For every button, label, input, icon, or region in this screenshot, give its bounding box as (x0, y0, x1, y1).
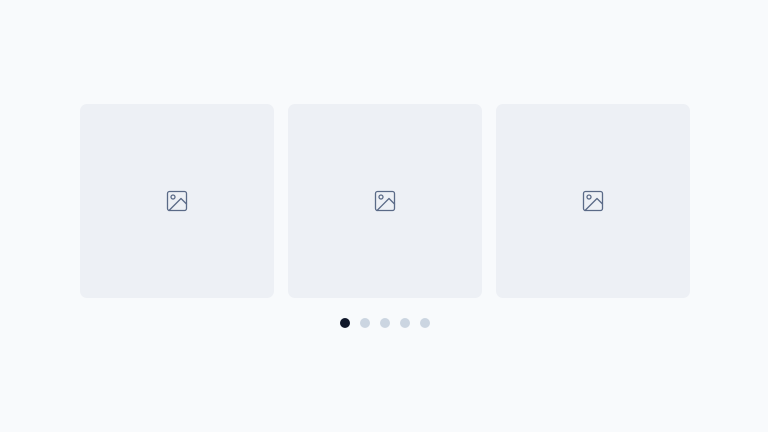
image-placeholder-icon (374, 190, 396, 212)
carousel-slide-2[interactable] (288, 104, 482, 298)
pagination-dot-3[interactable] (380, 318, 390, 328)
pagination-dot-1[interactable] (340, 318, 350, 328)
pagination-dot-2[interactable] (360, 318, 370, 328)
carousel-slide-3[interactable] (496, 104, 690, 298)
carousel-track (80, 104, 690, 298)
image-carousel (80, 104, 690, 328)
carousel-pagination (80, 318, 768, 328)
carousel-slide-1[interactable] (80, 104, 274, 298)
image-placeholder-icon (166, 190, 188, 212)
image-placeholder-icon (582, 190, 604, 212)
pagination-dot-5[interactable] (420, 318, 430, 328)
pagination-dot-4[interactable] (400, 318, 410, 328)
